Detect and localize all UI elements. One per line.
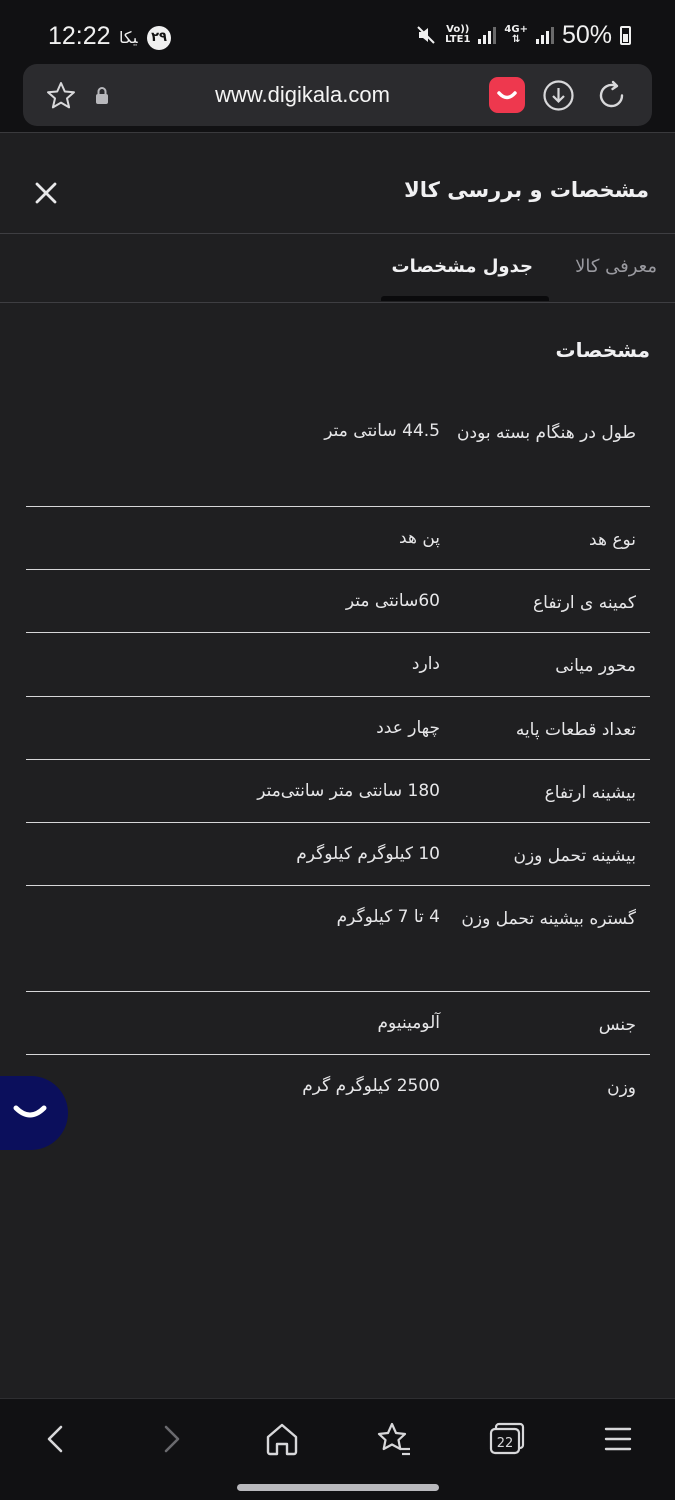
status-indicators: Vo)) LTE1 4G+ ⇅ 50% bbox=[415, 20, 631, 50]
browser-toolbar: www.digikala.com bbox=[0, 62, 675, 132]
spec-key: وزن bbox=[607, 1078, 636, 1098]
network-4g-indicator: 4G+ ⇅ bbox=[504, 24, 528, 45]
spec-key: بیشینه ارتفاع bbox=[544, 783, 636, 803]
status-bar: 12:22 ﯿﮑﺎ ۲۹ Vo)) LTE1 4G+ ⇅ 50% bbox=[0, 0, 675, 62]
chat-assistant-button[interactable] bbox=[0, 1076, 68, 1150]
battery-percent: 50% bbox=[561, 20, 612, 49]
home-indicator[interactable] bbox=[237, 1484, 439, 1491]
spec-key: کمینه ی ارتفاع bbox=[533, 593, 636, 613]
digikala-extension-icon[interactable] bbox=[489, 77, 525, 113]
download-icon[interactable] bbox=[542, 79, 575, 112]
table-row: تعداد قطعات پایه چهار عدد bbox=[26, 697, 650, 760]
table-row: نوع هد پن هد bbox=[26, 507, 650, 570]
section-title: مشخصات bbox=[555, 338, 650, 362]
spec-value: 60سانتی متر bbox=[345, 591, 440, 611]
tabs-button[interactable]: 22 bbox=[486, 1419, 526, 1459]
battery-icon bbox=[620, 25, 631, 45]
volte-indicator: Vo)) LTE1 bbox=[445, 24, 471, 45]
tabs-divider bbox=[0, 302, 675, 303]
table-row: بیشینه تحمل وزن 10 کیلوگرم کیلوگرم bbox=[26, 823, 650, 886]
spec-value: 180 سانتی متر سانتی‌متر bbox=[257, 781, 440, 801]
table-row: وزن 2500 کیلوگرم گرم bbox=[26, 1055, 650, 1118]
tab-product-intro[interactable]: معرفی کالا bbox=[575, 256, 657, 277]
signal-icon bbox=[478, 26, 497, 44]
back-button[interactable] bbox=[36, 1419, 76, 1459]
spec-key: طول در هنگام بسته بودن bbox=[457, 423, 636, 443]
status-time: 12:22 bbox=[48, 22, 111, 50]
spec-value: دارد bbox=[411, 654, 440, 674]
tab-specs-table[interactable]: جدول مشخصات bbox=[392, 256, 533, 277]
screen: 12:22 ﯿﮑﺎ ۲۹ Vo)) LTE1 4G+ ⇅ 50% www.dig… bbox=[0, 0, 675, 1500]
table-row: جنس آلومینیوم bbox=[26, 992, 650, 1055]
spec-table: طول در هنگام بسته بودن 44.5 سانتی متر نو… bbox=[26, 400, 650, 1118]
table-row: بیشینه ارتفاع 180 سانتی متر سانتی‌متر bbox=[26, 760, 650, 823]
table-row: کمینه ی ارتفاع 60سانتی متر bbox=[26, 570, 650, 633]
smile-logo-icon bbox=[13, 1105, 47, 1118]
close-button[interactable] bbox=[31, 178, 61, 208]
reload-icon[interactable] bbox=[595, 79, 628, 112]
spec-key: تعداد قطعات پایه bbox=[515, 720, 636, 740]
address-bar[interactable]: www.digikala.com bbox=[23, 64, 652, 126]
active-tab-indicator bbox=[381, 296, 549, 301]
home-icon[interactable] bbox=[262, 1419, 302, 1459]
spec-key: بیشینه تحمل وزن bbox=[513, 846, 636, 866]
svg-text:22: 22 bbox=[497, 1436, 514, 1451]
table-row: گستره بیشینه تحمل وزن 4 تا 7 کیلوگرم bbox=[26, 886, 650, 992]
tabs-icon[interactable]: 22 bbox=[486, 1419, 526, 1459]
notification-date-icon: ۲۹ bbox=[147, 26, 171, 50]
bookmarks-button[interactable] bbox=[374, 1419, 414, 1459]
mute-icon bbox=[417, 26, 435, 44]
spec-key: محور میانی bbox=[555, 656, 636, 676]
table-row: طول در هنگام بسته بودن 44.5 سانتی متر bbox=[26, 400, 650, 507]
hamburger-menu-icon[interactable] bbox=[598, 1419, 638, 1459]
spec-value: 2500 کیلوگرم گرم bbox=[302, 1076, 440, 1096]
menu-button[interactable] bbox=[598, 1419, 638, 1459]
notification-app-icon: ﯿﮑﺎ bbox=[119, 28, 138, 47]
bookmarks-star-icon[interactable] bbox=[374, 1419, 414, 1459]
page-title: مشخصات و بررسی کالا bbox=[404, 178, 649, 202]
spec-value: آلومینیوم bbox=[377, 1013, 441, 1033]
forward-button[interactable] bbox=[151, 1419, 191, 1459]
spec-key: جنس bbox=[598, 1015, 636, 1035]
spec-value: پن هد bbox=[399, 528, 440, 548]
spec-value: چهار عدد bbox=[376, 718, 440, 738]
chevron-right-icon[interactable] bbox=[151, 1419, 191, 1459]
close-icon[interactable] bbox=[31, 178, 61, 208]
spec-value: 4 تا 7 کیلوگرم bbox=[336, 907, 440, 927]
chevron-left-icon[interactable] bbox=[36, 1419, 76, 1459]
header-divider bbox=[0, 233, 675, 234]
toolbar-divider bbox=[0, 132, 675, 133]
spec-key: نوع هد bbox=[589, 530, 636, 550]
spec-value: 44.5 سانتی متر bbox=[324, 421, 440, 441]
spec-key: گستره بیشینه تحمل وزن bbox=[461, 909, 636, 929]
spec-value: 10 کیلوگرم کیلوگرم bbox=[296, 844, 440, 864]
home-button[interactable] bbox=[262, 1419, 302, 1459]
signal-icon-2 bbox=[535, 26, 554, 44]
table-row: محور میانی دارد bbox=[26, 633, 650, 697]
